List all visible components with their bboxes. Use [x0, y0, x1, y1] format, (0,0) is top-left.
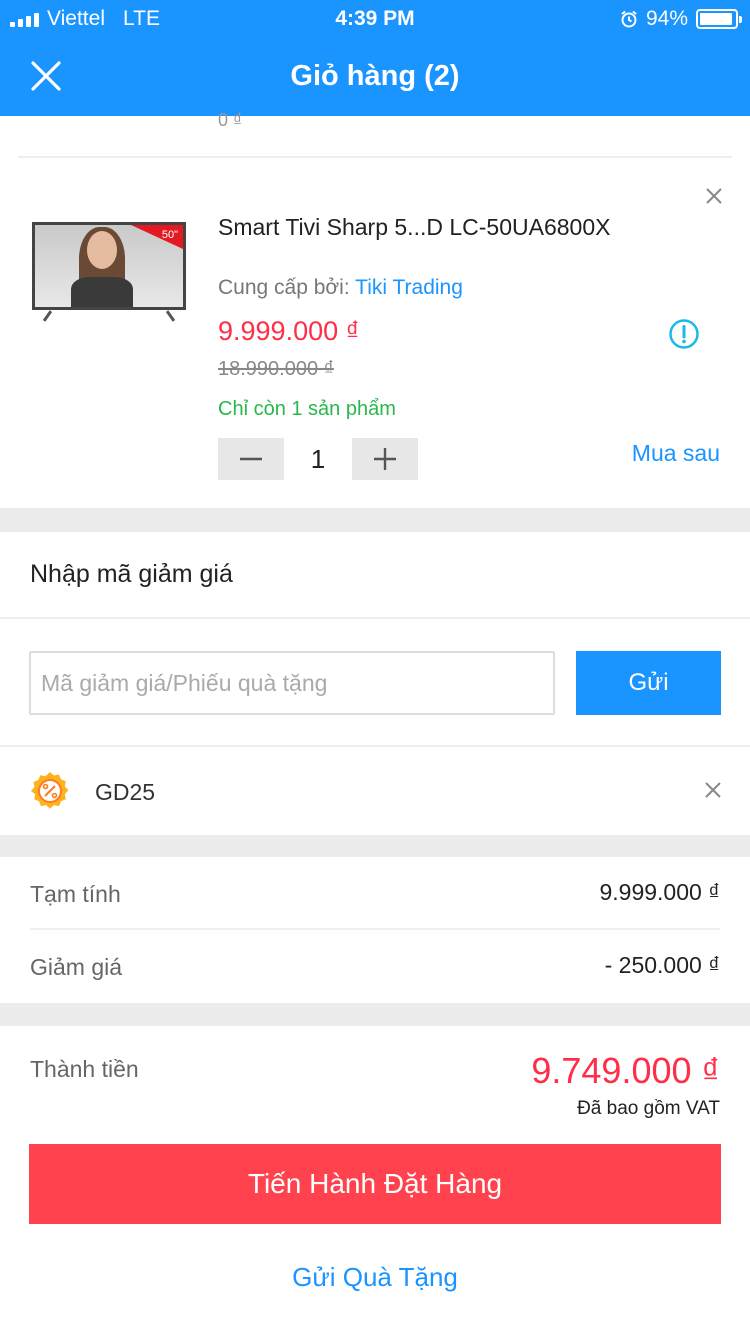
battery-percent: 94%: [645, 7, 688, 30]
original-price: 18.990.000 ₫: [218, 358, 334, 380]
coupon-form: Gửi: [0, 619, 750, 747]
seller-prefix: Cung cấp bởi:: [218, 276, 350, 299]
quantity-stepper: 1: [218, 438, 418, 480]
decrease-button[interactable]: [218, 438, 284, 480]
coupon-input[interactable]: [29, 651, 555, 715]
coupon-heading: Nhập mã giảm giá: [30, 560, 233, 588]
minus-icon: [240, 457, 262, 461]
discount-badge-icon: [31, 772, 69, 809]
checkout-button[interactable]: Tiến Hành Đặt Hàng: [29, 1144, 721, 1224]
applied-coupon: GD25: [0, 747, 750, 835]
increase-button[interactable]: [352, 438, 418, 480]
seller-link[interactable]: Tiki Trading: [355, 276, 463, 299]
product-image[interactable]: 50": [32, 222, 186, 326]
nav-bar: Giỏ hàng (2): [0, 40, 750, 116]
send-gift-link[interactable]: Gửi Quà Tặng: [0, 1262, 750, 1293]
discount-label: Giảm giá: [30, 954, 123, 980]
product-price: 9.999.000 ₫: [218, 316, 360, 346]
coupon-section-header: Nhập mã giảm giá: [0, 532, 750, 619]
stock-note: Chỉ còn 1 sản phẩm: [218, 398, 396, 420]
page-title: Giỏ hàng (2): [290, 60, 460, 92]
apply-coupon-button[interactable]: Gửi: [576, 651, 721, 715]
subtotal-label: Tạm tính: [30, 881, 121, 907]
cart-item: 50" Smart Tivi Sharp 5...D LC-50UA6800X …: [0, 158, 750, 508]
remove-item-icon[interactable]: [704, 186, 724, 206]
product-name[interactable]: Smart Tivi Sharp 5...D LC-50UA6800X: [218, 214, 610, 241]
discount-value: - 250.000 ₫: [604, 952, 720, 978]
info-icon[interactable]: [668, 318, 700, 350]
seller-info: Cung cấp bởi: Tiki Trading: [218, 276, 463, 300]
alarm-icon: [621, 10, 637, 28]
previous-cart-item: 0 ₫: [0, 110, 750, 158]
subtotal-row: Tạm tính 9.999.000 ₫: [30, 857, 720, 930]
applied-coupon-code: GD25: [95, 779, 156, 805]
quantity-value[interactable]: 1: [284, 438, 352, 480]
clipped-price: 0 ₫: [218, 110, 243, 130]
status-bar: Viettel LTE 4:39 PM 94%: [0, 0, 750, 40]
vat-note: Đã bao gồm VAT: [577, 1098, 720, 1119]
remove-coupon-icon[interactable]: [704, 781, 722, 799]
total-label: Thành tiền: [30, 1056, 139, 1082]
plus-icon: [374, 448, 396, 470]
buy-later-link[interactable]: Mua sau: [632, 440, 720, 467]
order-summary: Tạm tính 9.999.000 ₫ Giảm giá - 250.000 …: [0, 857, 750, 1003]
subtotal-value: 9.999.000 ₫: [599, 879, 720, 905]
battery-icon: [696, 9, 742, 29]
total-section: Thành tiền 9.749.000 ₫ Đã bao gồm VAT Ti…: [0, 1026, 750, 1333]
discount-row: Giảm giá - 250.000 ₫: [30, 930, 720, 1003]
total-value: 9.749.000 ₫: [531, 1050, 720, 1091]
